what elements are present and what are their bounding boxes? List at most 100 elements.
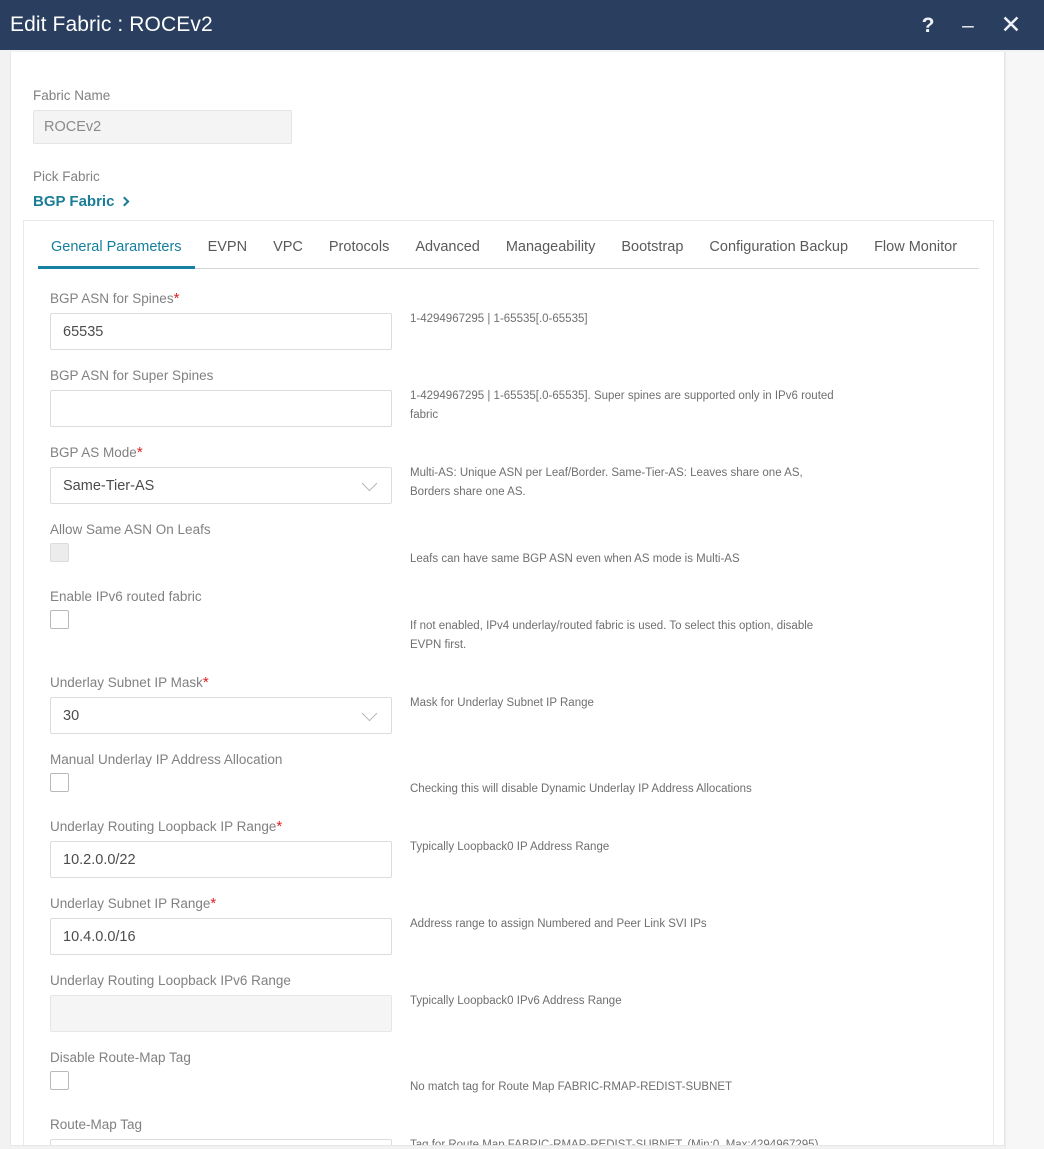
- form-row-underlay-routing-loopback-ipv6-range: Underlay Routing Loopback IPv6 Range Typi…: [24, 973, 993, 1032]
- general-parameters-form: BGP ASN for Spines* 65535 1-4294967295 | 1…: [24, 269, 993, 1145]
- chevron-down-icon: [361, 705, 378, 721]
- input-route-map-tag[interactable]: 12345: [50, 1139, 392, 1145]
- field-allow-same-asn-on-leafs: Allow Same ASN On Leafs: [50, 522, 410, 562]
- help-text-bgp-asn-for-super-spines: 1-4294967295 | 1-65535[.0-65535]. Super …: [410, 390, 834, 421]
- label-text: Enable IPv6 routed fabric: [50, 589, 202, 604]
- help-text-allow-same-asn-on-leafs: Leafs can have same BGP ASN even when AS…: [410, 553, 740, 565]
- dialog-titlebar: Edit Fabric : ROCEv2 ? – ✕: [0, 0, 1044, 50]
- checkbox-disable-route-map-tag[interactable]: [50, 1071, 69, 1090]
- chevron-down-icon: [361, 475, 378, 491]
- tab-protocols[interactable]: Protocols: [316, 239, 402, 268]
- tab-card: General Parameters EVPN VPC Protocols Advanc…: [23, 220, 994, 1145]
- required-asterisk-icon: *: [136, 444, 143, 461]
- form-row-manual-underlay-ip-address-allocation: Manual Underlay IP Address Allocation Che…: [24, 752, 993, 799]
- form-row-underlay-subnet-ip-range: Underlay Subnet IP Range* 10.4.0.0/16 Addr…: [24, 896, 993, 955]
- label-text: BGP AS Mode: [50, 445, 137, 460]
- field-underlay-subnet-ip-mask: Underlay Subnet IP Mask* 30: [50, 675, 410, 734]
- pick-fabric-label: Pick Fabric: [33, 169, 100, 184]
- label-text: Underlay Subnet IP Mask: [50, 675, 203, 690]
- help-text-bgp-as-mode: Multi-AS: Unique ASN per Leaf/Border. Sa…: [410, 467, 803, 498]
- dialog-scrollbar-gutter[interactable]: [1005, 52, 1044, 1149]
- label-underlay-routing-loopback-ipv6-range: Underlay Routing Loopback IPv6 Range: [50, 973, 410, 988]
- form-row-underlay-routing-loopback-ip-range: Underlay Routing Loopback IP Range* 10.2.…: [24, 819, 993, 878]
- label-route-map-tag: Route-Map Tag: [50, 1117, 410, 1132]
- dialog-title: Edit Fabric : ROCEv2: [10, 13, 213, 36]
- close-icon[interactable]: ✕: [1000, 12, 1022, 38]
- fabric-header: Fabric Name ROCEv2 Pick Fabric BGP Fabri…: [11, 52, 1004, 211]
- chevron-right-icon: [119, 196, 130, 206]
- tab-label: General Parameters: [51, 239, 182, 255]
- help-text-enable-ipv6-routed-fabric: If not enabled, IPv4 underlay/routed fab…: [410, 620, 814, 651]
- minimize-icon[interactable]: –: [958, 15, 978, 36]
- form-row-bgp-as-mode: BGP AS Mode* Same-Tier-AS Multi-AS: Unique…: [24, 445, 993, 504]
- label-text: Underlay Routing Loopback IP Range: [50, 819, 277, 834]
- dialog-content: Fabric Name ROCEv2 Pick Fabric BGP Fabri…: [10, 52, 1005, 1146]
- tab-label: Flow Monitor: [874, 239, 958, 255]
- label-underlay-subnet-ip-range: Underlay Subnet IP Range*: [50, 896, 410, 911]
- input-underlay-subnet-ip-range[interactable]: 10.4.0.0/16: [50, 918, 392, 955]
- input-underlay-routing-loopback-ip-range[interactable]: 10.2.0.0/22: [50, 841, 392, 878]
- fabric-name-input[interactable]: ROCEv2: [33, 110, 292, 144]
- form-row-enable-ipv6-routed-fabric: Enable IPv6 routed fabric If not enabled,…: [24, 589, 993, 655]
- tab-vpc[interactable]: VPC: [260, 239, 316, 268]
- tab-label: Manageability: [505, 239, 596, 255]
- field-route-map-tag: Route-Map Tag 12345: [50, 1117, 410, 1145]
- select-value: 30: [63, 707, 80, 724]
- label-enable-ipv6-routed-fabric: Enable IPv6 routed fabric: [50, 589, 410, 604]
- label-text: Disable Route-Map Tag: [50, 1050, 191, 1065]
- form-row-bgp-asn-for-super-spines: BGP ASN for Super Spines 1-4294967295 | 1…: [24, 368, 993, 427]
- label-text: BGP ASN for Super Spines: [50, 368, 214, 383]
- field-underlay-routing-loopback-ipv6-range: Underlay Routing Loopback IPv6 Range: [50, 973, 410, 1032]
- form-row-allow-same-asn-on-leafs: Allow Same ASN On Leafs Leafs can have sa…: [24, 522, 993, 569]
- label-bgp-as-mode: BGP AS Mode*: [50, 445, 410, 460]
- field-disable-route-map-tag: Disable Route-Map Tag: [50, 1050, 410, 1090]
- field-bgp-as-mode: BGP AS Mode* Same-Tier-AS: [50, 445, 410, 504]
- label-text: BGP ASN for Spines: [50, 291, 174, 306]
- help-text-underlay-subnet-ip-range: Address range to assign Numbered and Pee…: [410, 918, 707, 930]
- label-manual-underlay-ip-address-allocation: Manual Underlay IP Address Allocation: [50, 752, 410, 767]
- tab-configuration-backup[interactable]: Configuration Backup: [696, 239, 861, 268]
- checkbox-allow-same-asn-on-leafs: [50, 543, 69, 562]
- pick-fabric-link[interactable]: BGP Fabric: [33, 193, 130, 210]
- form-row-disable-route-map-tag: Disable Route-Map Tag No match tag for Ro…: [24, 1050, 993, 1097]
- tab-advanced[interactable]: Advanced: [402, 239, 493, 268]
- input-bgp-asn-for-super-spines[interactable]: [50, 390, 392, 427]
- checkbox-enable-ipv6-routed-fabric[interactable]: [50, 610, 69, 629]
- input-bgp-asn-for-spines[interactable]: 65535: [50, 313, 392, 350]
- checkbox-manual-underlay-ip-address-allocation[interactable]: [50, 773, 69, 792]
- label-disable-route-map-tag: Disable Route-Map Tag: [50, 1050, 410, 1065]
- tab-evpn[interactable]: EVPN: [195, 239, 261, 268]
- help-text-disable-route-map-tag: No match tag for Route Map FABRIC-RMAP-R…: [410, 1081, 733, 1093]
- field-bgp-asn-for-spines: BGP ASN for Spines* 65535: [50, 291, 410, 350]
- label-bgp-asn-for-spines: BGP ASN for Spines*: [50, 291, 410, 306]
- tab-manageability[interactable]: Manageability: [493, 239, 608, 268]
- form-row-underlay-subnet-ip-mask: Underlay Subnet IP Mask* 30 Mask for Under…: [24, 675, 993, 734]
- tab-label: VPC: [273, 239, 303, 255]
- tab-label: Advanced: [415, 239, 480, 255]
- label-text: Underlay Routing Loopback IPv6 Range: [50, 973, 291, 988]
- label-bgp-asn-for-super-spines: BGP ASN for Super Spines: [50, 368, 410, 383]
- fabric-name-label: Fabric Name: [33, 88, 111, 103]
- select-bgp-as-mode[interactable]: Same-Tier-AS: [50, 467, 392, 504]
- help-text-underlay-routing-loopback-ip-range: Typically Loopback0 IP Address Range: [410, 841, 610, 853]
- field-underlay-routing-loopback-ip-range: Underlay Routing Loopback IP Range* 10.2.…: [50, 819, 410, 878]
- input-underlay-routing-loopback-ipv6-range: [50, 995, 392, 1032]
- select-underlay-subnet-ip-mask[interactable]: 30: [50, 697, 392, 734]
- help-icon[interactable]: ?: [920, 15, 936, 36]
- label-allow-same-asn-on-leafs: Allow Same ASN On Leafs: [50, 522, 410, 537]
- tab-flow-monitor[interactable]: Flow Monitor: [861, 239, 970, 268]
- help-text-manual-underlay-ip-address-allocation: Checking this will disable Dynamic Under…: [410, 783, 752, 795]
- field-manual-underlay-ip-address-allocation: Manual Underlay IP Address Allocation: [50, 752, 410, 792]
- select-value: Same-Tier-AS: [63, 477, 155, 494]
- tab-label: EVPN: [207, 239, 248, 255]
- help-text-underlay-routing-loopback-ipv6-range: Typically Loopback0 IPv6 Address Range: [410, 995, 622, 1007]
- tab-bootstrap[interactable]: Bootstrap: [608, 239, 696, 268]
- form-row-bgp-asn-for-spines: BGP ASN for Spines* 65535 1-4294967295 | 1…: [24, 291, 993, 350]
- titlebar-actions: ? – ✕: [920, 12, 1022, 38]
- required-asterisk-icon: *: [173, 290, 180, 307]
- label-text: Route-Map Tag: [50, 1117, 143, 1132]
- tab-bar: General Parameters EVPN VPC Protocols Advanc…: [24, 221, 993, 269]
- pick-fabric-link-label: BGP Fabric: [33, 193, 115, 210]
- required-asterisk-icon: *: [202, 674, 209, 691]
- tab-general-parameters[interactable]: General Parameters: [38, 239, 195, 269]
